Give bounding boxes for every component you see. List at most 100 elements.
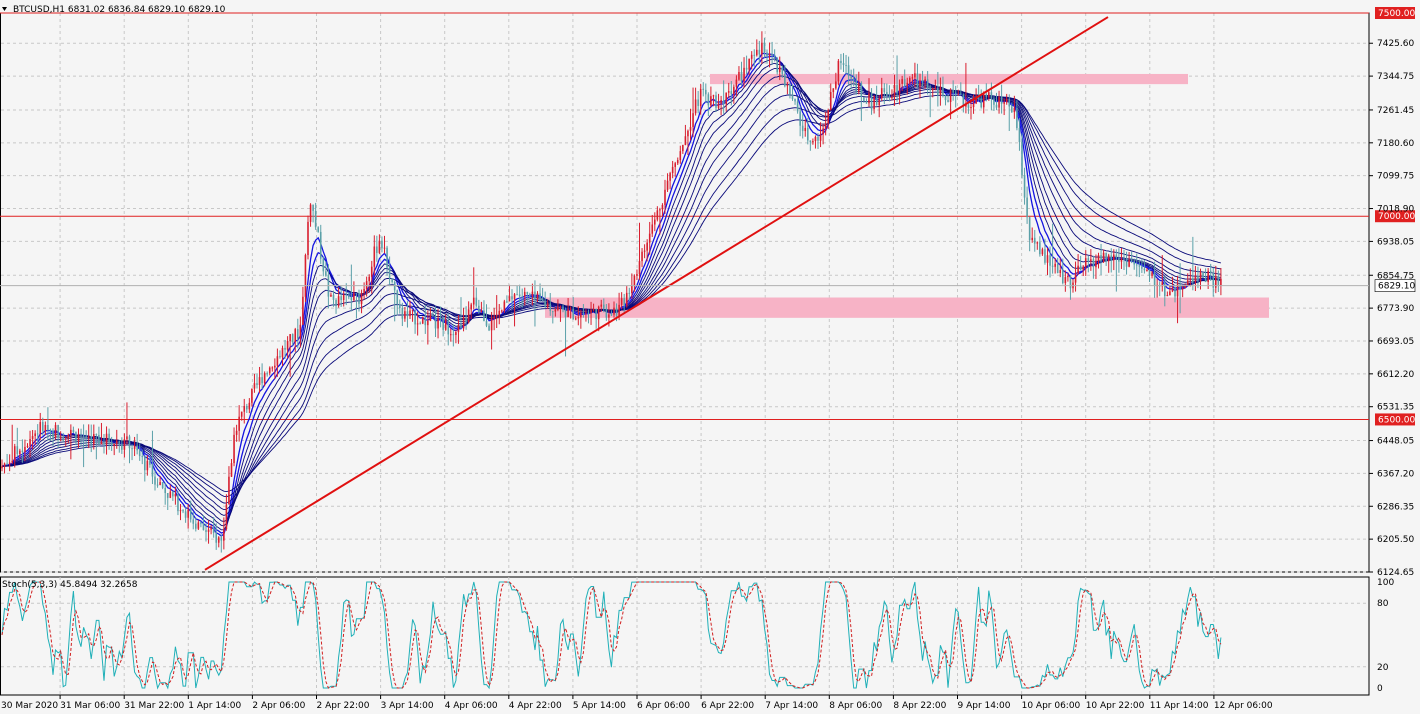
candle-body [870, 93, 873, 110]
candle-body [248, 402, 251, 410]
x-tick-label: 31 Mar 06:00 [60, 701, 120, 711]
candle-body [898, 83, 901, 94]
chart-canvas: 7500.007000.006500.00 6829.10 10080200 7… [0, 0, 1420, 714]
candle-body [784, 74, 786, 87]
candle-body [42, 422, 44, 431]
candle-body [52, 430, 54, 438]
candle-body [49, 430, 52, 432]
candle-body [427, 320, 429, 326]
candle-body [70, 429, 72, 435]
candle-body [93, 434, 95, 445]
candle-body [582, 312, 585, 314]
candle-body [235, 430, 238, 435]
candle-body [791, 94, 794, 100]
candle-body [1023, 175, 1026, 198]
candle-body [345, 294, 348, 296]
stoch-tick-label: 0 [1377, 684, 1383, 694]
candle-body [829, 92, 832, 111]
candle-body [799, 111, 801, 126]
candle-body [26, 445, 29, 447]
candle-body [381, 240, 383, 249]
candle-body [909, 78, 911, 83]
candle-body [470, 304, 472, 310]
candle-body [1041, 249, 1044, 255]
candle-body [952, 90, 954, 93]
candle-body [1194, 275, 1197, 283]
candle-body [875, 96, 878, 106]
candle-body [383, 247, 386, 249]
candle-body [1135, 264, 1138, 266]
candle-body [330, 294, 332, 297]
candle-body [641, 251, 643, 262]
candle-body [597, 306, 600, 320]
candle-body [842, 63, 845, 66]
candle-body [694, 99, 697, 114]
candle-body [901, 79, 903, 84]
candle-body [763, 42, 766, 53]
candle-body [475, 297, 478, 306]
candle-body [592, 308, 595, 311]
oscillator-header: Stoch(5,3,3) 45.8494 32.2658 [2, 580, 138, 590]
candle-body [748, 58, 750, 70]
candle-body [1028, 217, 1031, 241]
candle-body [664, 189, 666, 206]
candle-body [931, 88, 934, 91]
candle-body [638, 261, 641, 275]
candle-body [136, 445, 138, 451]
candle-body [1107, 255, 1110, 262]
current-price-label: 6829.10 [1378, 282, 1415, 292]
candle-body [534, 291, 536, 299]
candle-body [1005, 99, 1008, 103]
level-label: 6500.00 [1378, 415, 1415, 425]
candle-body [720, 100, 722, 104]
candle-body [554, 309, 557, 312]
candle-body [161, 482, 164, 488]
candle-body [712, 95, 715, 97]
candle-body [207, 529, 210, 532]
candle-body [263, 373, 266, 384]
candle-body [452, 334, 455, 336]
candle-body [498, 310, 501, 315]
candle-body [128, 436, 131, 449]
x-tick-label: 30 Mar 2020 [1, 701, 58, 711]
candle-body [1077, 265, 1079, 274]
candle-body [727, 91, 730, 93]
candle-body [541, 298, 544, 301]
candle-body [462, 316, 465, 329]
candle-body [284, 347, 286, 350]
candle-body [506, 301, 508, 303]
candle-body [993, 98, 995, 105]
candle-body [1074, 273, 1077, 283]
x-tick-label: 9 Apr 14:00 [958, 701, 1011, 711]
candle-body [567, 309, 569, 317]
candle-body [246, 406, 248, 410]
candle-body [312, 204, 314, 211]
candle-body [1128, 259, 1130, 267]
candle-body [766, 52, 768, 57]
candle-body [432, 315, 434, 317]
candle-body [949, 90, 952, 102]
candle-body [103, 442, 105, 445]
candle-body [605, 308, 608, 318]
candle-body [404, 311, 406, 319]
candle-body [868, 93, 870, 104]
candle-body [276, 356, 279, 366]
candle-body [406, 311, 409, 317]
candle-body [934, 87, 937, 89]
candle-body [1033, 237, 1036, 244]
candle-body [421, 316, 424, 324]
candle-body [654, 219, 656, 225]
candle-body [205, 530, 207, 532]
candle-body [200, 522, 202, 524]
y-tick-label: 7180.60 [1377, 139, 1414, 149]
candle-body [386, 247, 388, 268]
candle-body [858, 83, 860, 92]
candle-body [80, 433, 82, 436]
x-tick-label: 2 Apr 06:00 [252, 701, 305, 711]
candle-body [536, 293, 539, 299]
candle-body [786, 84, 789, 87]
candle-body [1003, 102, 1005, 104]
candle-body [251, 388, 253, 403]
candle-body [424, 316, 427, 326]
candle-body [365, 281, 368, 290]
